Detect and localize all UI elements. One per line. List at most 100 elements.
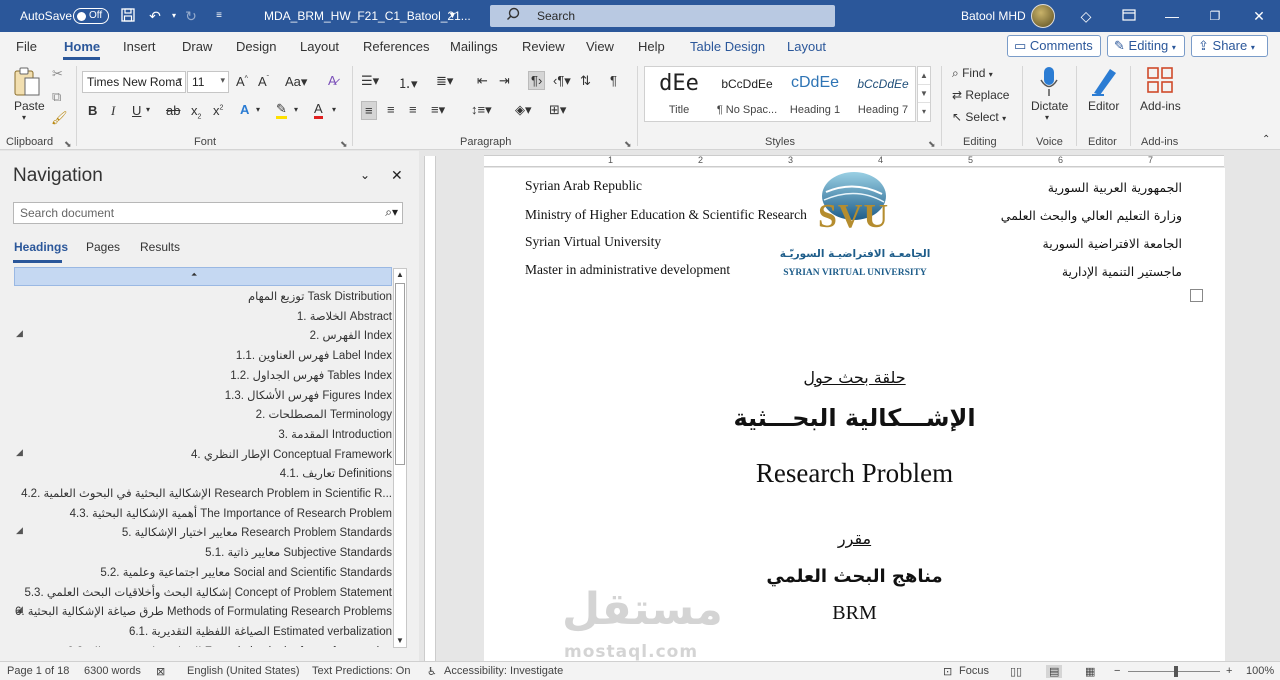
- tab-view[interactable]: View: [586, 39, 614, 54]
- dictate-button[interactable]: Dictate: [1031, 99, 1068, 113]
- subscript-icon[interactable]: x2: [191, 103, 201, 121]
- heading-row-selected[interactable]: ⏶: [14, 267, 392, 286]
- dialog-launcher-icon[interactable]: ⬊: [624, 139, 632, 150]
- dialog-launcher-icon[interactable]: ⬊: [928, 139, 936, 150]
- copy-icon[interactable]: ⧉: [52, 89, 61, 105]
- heading-item[interactable]: ◢ 5. معايير اختيار الإشكالية Research Pro…: [14, 523, 392, 542]
- tab-design[interactable]: Design: [236, 39, 276, 54]
- close-icon[interactable]: ✕: [1250, 7, 1268, 25]
- scroll-down-icon[interactable]: ▼: [394, 635, 406, 647]
- style-heading-7[interactable]: bCcDdEe Heading 7: [849, 67, 917, 123]
- tab-pages[interactable]: Pages: [86, 240, 120, 254]
- chevron-down-icon[interactable]: ▾: [256, 105, 260, 114]
- increase-indent-icon[interactable]: ⇥: [499, 73, 510, 89]
- heading-item[interactable]: 1. الخلاصة Abstract: [14, 307, 392, 326]
- minimize-icon[interactable]: —: [1163, 7, 1181, 25]
- replace-button[interactable]: ⇄ Replace: [952, 88, 1009, 102]
- style-no-spacing[interactable]: bCcDdEe ¶ No Spac...: [713, 67, 781, 123]
- microphone-icon[interactable]: [1038, 65, 1060, 99]
- heading-item[interactable]: ◢ 6. طرق صياغة الإشكالية البحثية Methods …: [14, 602, 392, 621]
- tab-review[interactable]: Review: [522, 39, 565, 54]
- print-layout-icon[interactable]: ▤: [1046, 665, 1063, 678]
- user-name[interactable]: Batool MHD: [961, 9, 1026, 23]
- scroll-up-icon[interactable]: ▲: [394, 269, 406, 281]
- superscript-icon[interactable]: x2: [213, 103, 223, 118]
- search-icon[interactable]: ⌕▾: [385, 205, 398, 220]
- italic-icon[interactable]: I: [111, 103, 115, 119]
- tab-headings[interactable]: Headings: [14, 240, 68, 254]
- tab-mailings[interactable]: Mailings: [450, 39, 498, 54]
- shading-icon[interactable]: ◈▾: [515, 102, 532, 118]
- text-effects-icon[interactable]: A: [240, 102, 249, 117]
- justify-icon[interactable]: ≡▾: [431, 102, 445, 118]
- comments-button[interactable]: ▭ Comments: [1007, 35, 1101, 57]
- zoom-in-icon[interactable]: +: [1226, 665, 1232, 677]
- table-move-handle[interactable]: [1190, 289, 1203, 302]
- tab-home[interactable]: Home: [64, 39, 100, 54]
- heading-item[interactable]: 1.2. فهرس الجداول Tables Index: [14, 366, 392, 385]
- heading-item[interactable]: توزيع المهام Task Distribution: [14, 287, 392, 306]
- rtl-direction-icon[interactable]: ‹¶▾: [553, 73, 571, 89]
- more-icon[interactable]: ▾: [918, 103, 930, 121]
- numbering-icon[interactable]: ⒈▾: [398, 73, 418, 92]
- heading-item[interactable]: 6.1. الصياغة اللفظية التقديرية Estimated…: [14, 622, 392, 641]
- sort-icon[interactable]: ⇅: [580, 73, 591, 89]
- redo-icon[interactable]: ↻: [182, 7, 200, 25]
- heading-item[interactable]: 1.3. فهرس الأشكال Figures Index: [14, 386, 392, 405]
- change-case-icon[interactable]: Aa▾: [285, 74, 307, 90]
- editor-icon[interactable]: [1090, 65, 1118, 97]
- zoom-level[interactable]: 100%: [1246, 665, 1274, 677]
- word-count[interactable]: 6300 words: [84, 665, 141, 677]
- avatar[interactable]: [1031, 4, 1055, 28]
- zoom-slider-thumb[interactable]: [1174, 666, 1178, 677]
- decrease-indent-icon[interactable]: ⇤: [477, 73, 488, 89]
- dialog-launcher-icon[interactable]: ⬊: [64, 139, 72, 150]
- accessibility-status[interactable]: Accessibility: Investigate: [444, 665, 563, 677]
- expand-collapse-icon[interactable]: ◢: [16, 328, 23, 339]
- save-icon[interactable]: [119, 7, 137, 25]
- heading-item[interactable]: 5.3. إشكالية البحث وأخلاقيات البحث العلم…: [14, 583, 392, 602]
- align-left-icon[interactable]: ≡: [361, 101, 377, 120]
- bold-icon[interactable]: B: [88, 103, 97, 118]
- chevron-down-icon[interactable]: ▼: [918, 85, 930, 103]
- font-name-combo[interactable]: Times New Roma ▾: [82, 71, 186, 93]
- autosave-toggle[interactable]: Off: [73, 8, 109, 24]
- editing-mode-button[interactable]: ✎ Editing ▾: [1107, 35, 1185, 57]
- ltr-direction-icon[interactable]: ¶›: [528, 71, 546, 90]
- heading-item[interactable]: 6.2. الصياغة على هيئة سؤال Formulating i…: [14, 642, 392, 647]
- style-title[interactable]: dEe Title: [645, 67, 713, 123]
- chevron-down-icon[interactable]: ▼: [448, 10, 457, 20]
- editor-button[interactable]: Editor: [1088, 99, 1119, 113]
- show-formatting-icon[interactable]: ¶: [610, 73, 617, 88]
- zoom-out-icon[interactable]: −: [1114, 665, 1120, 677]
- search-box[interactable]: Search: [490, 5, 835, 27]
- shrink-font-icon[interactable]: Aˇ: [258, 74, 269, 89]
- heading-item[interactable]: ◢ 4. الإطار النظري Conceptual Framework: [14, 445, 392, 464]
- cut-icon[interactable]: ✂: [52, 66, 63, 82]
- font-size-combo[interactable]: 11 ▾: [187, 71, 229, 93]
- heading-item[interactable]: 1.1. فهرس العناوين Label Index: [14, 346, 392, 365]
- strikethrough-icon[interactable]: ab: [166, 103, 180, 118]
- heading-item[interactable]: 2. المصطلحات Terminology: [14, 405, 392, 424]
- tab-references[interactable]: References: [363, 39, 429, 54]
- chevron-down-icon[interactable]: ⌄: [360, 168, 370, 182]
- collapse-ribbon-icon[interactable]: ⌃: [1262, 134, 1270, 145]
- styles-gallery-scroll[interactable]: ▲ ▼ ▾: [917, 66, 931, 122]
- expand-collapse-icon[interactable]: ◢: [16, 525, 23, 536]
- line-spacing-icon[interactable]: ↕≡▾: [471, 102, 492, 118]
- expand-collapse-icon[interactable]: ◢: [16, 447, 23, 458]
- heading-item[interactable]: 5.1. معايير ذاتية Subjective Standards: [14, 543, 392, 562]
- tab-table-layout[interactable]: Layout: [787, 39, 826, 54]
- tab-file[interactable]: File: [16, 39, 37, 54]
- ribbon-display-icon[interactable]: [1120, 7, 1138, 25]
- scrollbar-thumb[interactable]: [395, 283, 405, 465]
- heading-item[interactable]: 5.2. معايير اجتماعية وعلمية Social and S…: [14, 563, 392, 582]
- align-center-icon[interactable]: ≡: [387, 102, 395, 117]
- grow-font-icon[interactable]: A^: [236, 74, 248, 89]
- language[interactable]: English (United States): [187, 665, 300, 677]
- restore-icon[interactable]: ❐: [1206, 7, 1224, 25]
- document-name[interactable]: MDA_BRM_HW_F21_C1_Batool_21...: [264, 9, 471, 23]
- addins-icon[interactable]: [1146, 66, 1174, 94]
- chevron-down-icon[interactable]: ▾: [332, 105, 336, 114]
- underline-icon[interactable]: U: [132, 103, 141, 118]
